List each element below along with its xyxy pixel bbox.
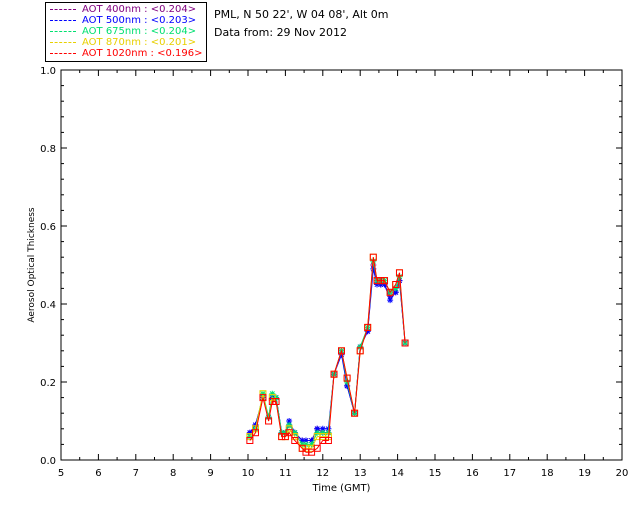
legend-label: AOT 400nm : <0.204>	[82, 4, 197, 15]
x-tick-label: 12	[316, 468, 329, 479]
y-tick-label: 0.8	[40, 144, 56, 155]
legend-entry: AOT 400nm : <0.204>	[50, 4, 196, 15]
legend-label: AOT 870nm : <0.201>	[82, 37, 197, 48]
x-tick-label: 5	[58, 468, 64, 479]
data-point	[387, 297, 394, 304]
series-line	[249, 257, 406, 453]
x-tick-label: 20	[616, 468, 629, 479]
legend-swatch	[50, 41, 76, 43]
legend-label: AOT 675nm : <0.204>	[82, 26, 197, 37]
x-tick-label: 11	[279, 468, 292, 479]
legend-label: AOT 500nm : <0.203>	[82, 15, 197, 26]
series-line	[249, 264, 406, 441]
date-info: Data from: 29 Nov 2012	[214, 26, 348, 39]
site-info: PML, N 50 22', W 04 08', Alt 0m	[214, 8, 389, 21]
x-tick-label: 17	[503, 468, 516, 479]
x-tick-label: 14	[391, 468, 404, 479]
series-line	[249, 268, 406, 441]
legend-entry: AOT 500nm : <0.203>	[50, 15, 196, 26]
x-tick-label: 15	[429, 468, 442, 479]
x-tick-label: 16	[466, 468, 479, 479]
data-point	[302, 441, 309, 448]
y-tick-label: 0.0	[40, 456, 56, 467]
data-point	[286, 421, 293, 428]
legend-swatch	[50, 8, 76, 10]
aot-chart: 5 6 7 8 9 10 11 12 13 14 15 16 17 18 19 20 0.0 0.2 0.4 0.6 0…	[27, 66, 629, 494]
x-tick-label: 8	[170, 468, 176, 479]
legend: AOT 400nm : <0.204> AOT 500nm : <0.203> AO…	[45, 2, 207, 62]
legend-label: AOT 1020nm : <0.196>	[82, 48, 203, 59]
x-tick-label: 13	[354, 468, 367, 479]
legend-entry: AOT 675nm : <0.204>	[50, 26, 196, 37]
x-axis-label: Time (GMT)	[312, 483, 371, 494]
y-tick-label: 0.2	[40, 378, 56, 389]
data-point	[291, 429, 298, 436]
x-tick-label: 6	[95, 468, 101, 479]
legend-swatch	[50, 19, 76, 21]
legend-swatch	[50, 52, 76, 54]
series-line	[249, 261, 406, 445]
x-tick-label: 18	[541, 468, 554, 479]
x-tick-label: 7	[133, 468, 139, 479]
x-tick-label: 19	[578, 468, 591, 479]
plot-frame	[60, 69, 623, 461]
y-tick-label: 0.6	[40, 222, 56, 233]
y-axis-label: Aerosol Optical Thickness	[27, 207, 37, 323]
data-point	[319, 429, 326, 436]
data-point	[314, 429, 321, 436]
x-tick-label: 9	[207, 468, 213, 479]
data-point	[392, 285, 399, 292]
y-tick-label: 1.0	[40, 66, 56, 77]
legend-swatch	[50, 30, 76, 32]
y-tick-label: 0.4	[40, 300, 56, 311]
legend-entry: AOT 1020nm : <0.196>	[50, 48, 202, 59]
legend-entry: AOT 870nm : <0.201>	[50, 37, 196, 48]
x-tick-label: 10	[242, 468, 255, 479]
